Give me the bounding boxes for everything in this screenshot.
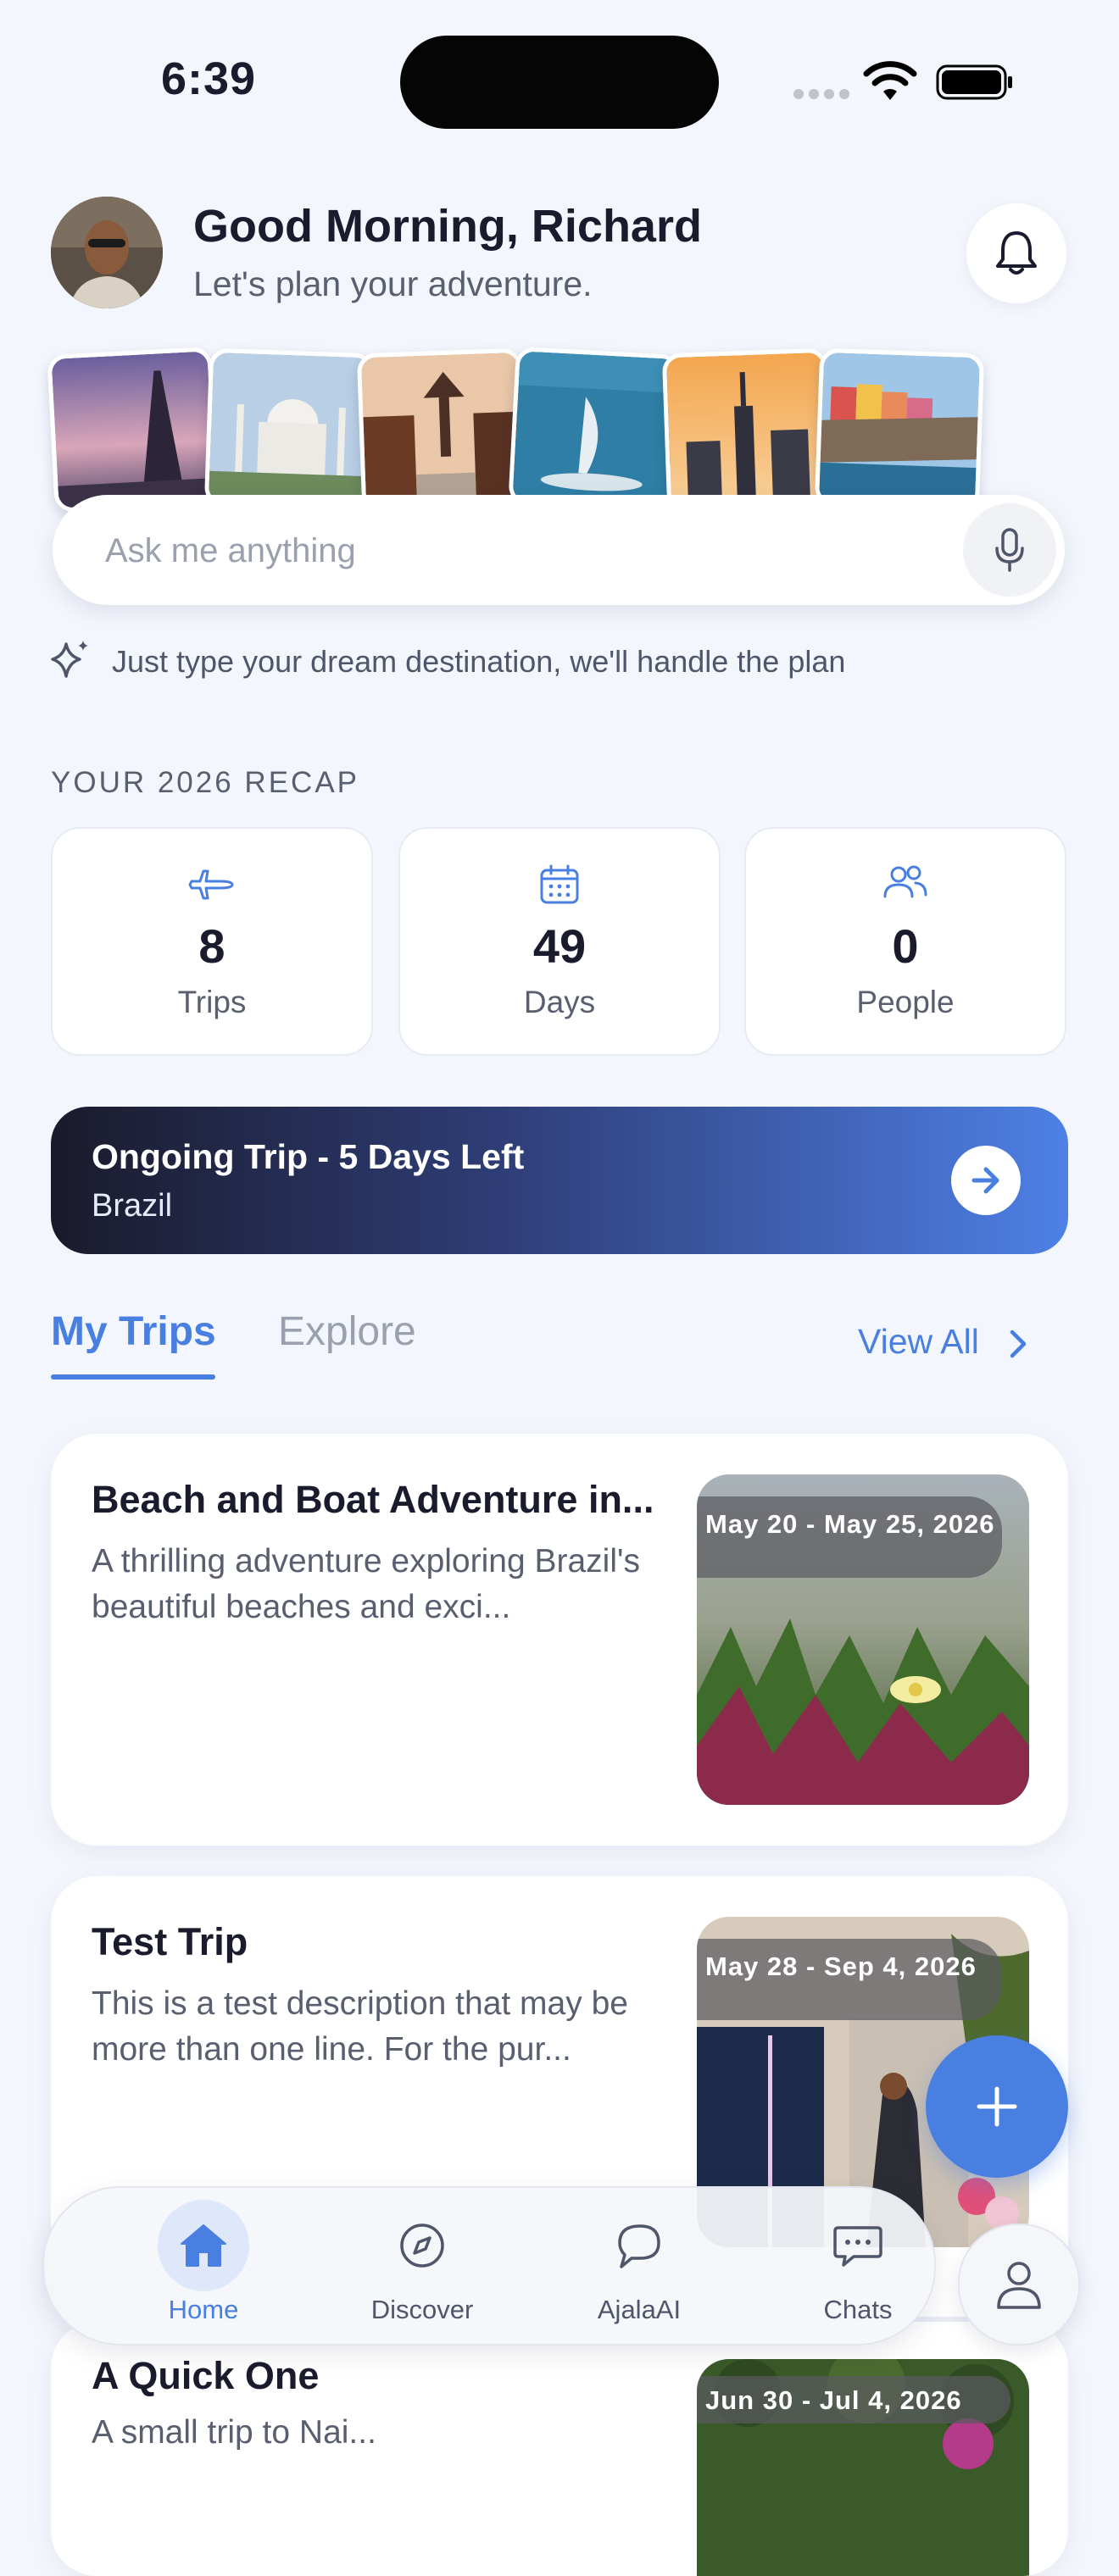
stat-people-value: 0 bbox=[892, 919, 919, 973]
nav-label-discover: Discover bbox=[370, 2295, 474, 2324]
trip-card[interactable]: A Quick One A small trip to Nai... Jun 3… bbox=[51, 2322, 1068, 2576]
tab-my-trips[interactable]: My Trips bbox=[51, 1308, 216, 1355]
destination-photo-cinque-terre bbox=[814, 347, 985, 512]
ai-chat-icon bbox=[618, 2224, 660, 2268]
trip-cover-photo: Jun 30 - Jul 4, 2026 bbox=[697, 2359, 1029, 2576]
recap-title: YOUR 2026 RECAP bbox=[51, 766, 360, 799]
nav-item-chats[interactable]: Chats bbox=[773, 2188, 943, 2344]
stat-days-label: Days bbox=[523, 985, 596, 1019]
user-avatar[interactable] bbox=[51, 197, 163, 308]
trip-title: Test Trip bbox=[92, 1920, 248, 1963]
destination-photo-taj-mahal bbox=[203, 347, 375, 512]
trip-description: A thrilling adventure exploring Brazil's… bbox=[92, 1543, 640, 1625]
home-icon bbox=[181, 2224, 226, 2267]
plus-icon bbox=[977, 2086, 1017, 2127]
profile-button[interactable] bbox=[958, 2223, 1080, 2346]
notifications-button[interactable] bbox=[966, 203, 1066, 303]
chat-bubble-icon bbox=[833, 2226, 882, 2267]
add-trip-button[interactable] bbox=[926, 2035, 1068, 2178]
trip-date-badge: May 20 - May 25, 2026 bbox=[697, 1496, 1002, 1578]
nav-label-chats: Chats bbox=[823, 2295, 893, 2324]
greeting-title: Good Morning, Richard bbox=[193, 201, 702, 252]
trip-description: A small trip to Nai... bbox=[92, 2414, 376, 2451]
greeting-subtitle: Let's plan your adventure. bbox=[193, 264, 593, 303]
nav-item-ajala-ai[interactable]: AjalaAI bbox=[554, 2188, 724, 2344]
stat-people-label: People bbox=[856, 985, 955, 1019]
search-hint: Just type your dream destination, we'll … bbox=[112, 644, 846, 679]
tab-active-indicator bbox=[51, 1374, 215, 1380]
destination-photo-kyoto bbox=[356, 347, 527, 512]
people-icon bbox=[883, 865, 927, 898]
nav-item-home[interactable]: Home bbox=[119, 2188, 288, 2344]
compass-icon bbox=[400, 2223, 444, 2268]
airplane-icon bbox=[188, 869, 234, 900]
ongoing-trip-title: Ongoing Trip - 5 Days Left bbox=[92, 1137, 525, 1176]
nav-label-ajala-ai: AjalaAI bbox=[597, 2295, 682, 2324]
destination-photo-new-york bbox=[661, 347, 832, 512]
destination-photo-dubai bbox=[508, 347, 681, 513]
trip-cover-photo: May 20 - May 25, 2026 bbox=[697, 1474, 1029, 1805]
battery-icon bbox=[936, 64, 1012, 100]
stat-trips-label: Trips bbox=[177, 985, 247, 1019]
tab-explore[interactable]: Explore bbox=[278, 1308, 416, 1355]
search-input[interactable] bbox=[103, 495, 955, 607]
stat-card-days[interactable]: 49 Days bbox=[398, 827, 721, 1056]
sparkle-icon bbox=[51, 641, 88, 678]
view-all-link[interactable]: View All bbox=[858, 1322, 979, 1362]
destination-photo-paris bbox=[47, 347, 220, 513]
trip-title: Beach and Boat Adventure in... bbox=[92, 1478, 654, 1521]
trip-date-badge: May 28 - Sep 4, 2026 bbox=[697, 1939, 1002, 2020]
calendar-icon bbox=[540, 864, 579, 904]
cellular-signal-icon bbox=[793, 88, 861, 99]
ask-anything-search bbox=[53, 495, 1065, 607]
ongoing-trip-banner[interactable]: Ongoing Trip - 5 Days Left Brazil bbox=[51, 1107, 1068, 1254]
user-icon bbox=[997, 2262, 1041, 2309]
microphone-button[interactable] bbox=[963, 503, 1056, 597]
bell-icon bbox=[996, 231, 1037, 275]
trip-date-badge: Jun 30 - Jul 4, 2026 bbox=[697, 2376, 1010, 2423]
trip-title: A Quick One bbox=[92, 2354, 320, 2397]
stat-days-value: 49 bbox=[532, 919, 587, 973]
chevron-right-icon[interactable] bbox=[1005, 1327, 1029, 1361]
nav-item-discover[interactable]: Discover bbox=[337, 2188, 507, 2344]
stat-card-trips[interactable]: 8 Trips bbox=[51, 827, 373, 1056]
trip-card[interactable]: Beach and Boat Adventure in... A thrilli… bbox=[51, 1434, 1068, 1846]
stat-card-people[interactable]: 0 People bbox=[744, 827, 1066, 1056]
nav-label-home: Home bbox=[168, 2295, 239, 2324]
ongoing-trip-open-button[interactable] bbox=[951, 1146, 1021, 1215]
stat-trips-value: 8 bbox=[198, 919, 225, 973]
arrow-right-icon bbox=[971, 1167, 999, 1194]
ongoing-trip-destination: Brazil bbox=[92, 1188, 173, 1224]
bottom-navigation: Home Discover AjalaAI Chats bbox=[42, 2186, 936, 2346]
wifi-icon bbox=[863, 61, 917, 100]
trip-description: This is a test description that may be m… bbox=[92, 1985, 628, 2068]
microphone-icon bbox=[995, 528, 1024, 572]
status-time: 6:39 bbox=[161, 53, 257, 104]
dynamic-island bbox=[400, 36, 719, 129]
